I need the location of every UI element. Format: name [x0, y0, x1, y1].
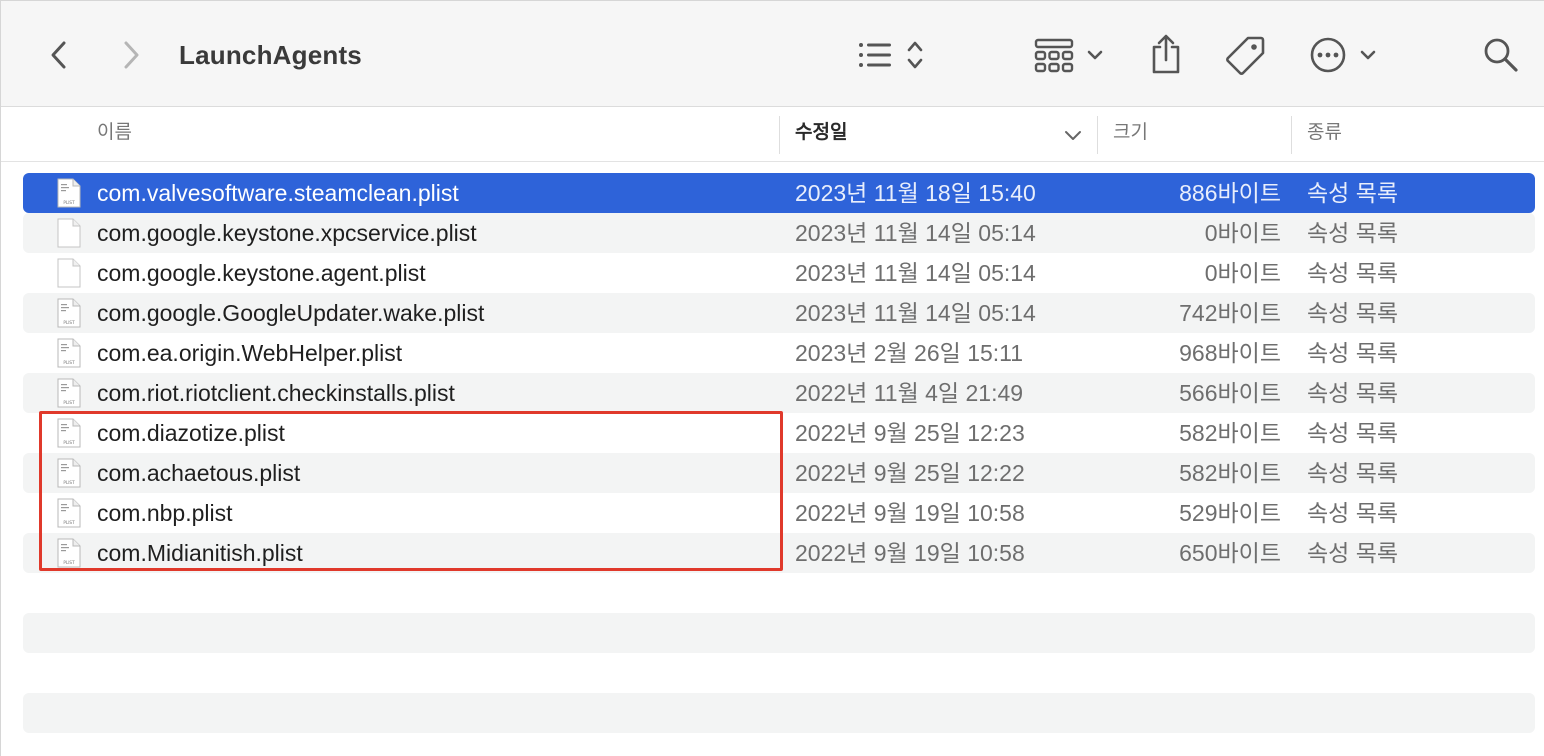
file-kind: 속성 목록 — [1307, 540, 1399, 566]
file-size: 742바이트 — [1179, 300, 1281, 326]
file-date: 2022년 9월 19일 10:58 — [795, 500, 1025, 526]
finder-window: LaunchAgents 이름 수정일 크기 종류 PLIST com.valv… — [0, 0, 1544, 756]
chevron-left-icon[interactable] — [41, 35, 77, 75]
file-name: com.google.keystone.xpcservice.plist — [97, 220, 477, 246]
file-size: 582바이트 — [1179, 420, 1281, 446]
file-date: 2023년 11월 18일 15:40 — [795, 180, 1036, 206]
chevron-right-icon[interactable] — [113, 35, 149, 75]
file-size: 0바이트 — [1204, 260, 1281, 286]
file-name: com.Midianitish.plist — [97, 540, 303, 566]
svg-text:PLIST: PLIST — [63, 400, 75, 405]
file-kind: 속성 목록 — [1307, 300, 1399, 326]
file-date: 2023년 11월 14일 05:14 — [795, 220, 1036, 246]
file-row[interactable]: PLIST com.Midianitish.plist 2022년 9월 19일… — [23, 533, 1535, 573]
file-row[interactable]: PLIST com.ea.origin.WebHelper.plist 2023… — [23, 333, 1535, 373]
plist-file-icon: PLIST — [57, 298, 81, 328]
tag-icon[interactable] — [1223, 33, 1267, 77]
file-date: 2023년 11월 14일 05:14 — [795, 260, 1036, 286]
svg-text:PLIST: PLIST — [63, 520, 75, 525]
file-size: 650바이트 — [1179, 540, 1281, 566]
file-name: com.google.GoogleUpdater.wake.plist — [97, 300, 485, 326]
svg-text:PLIST: PLIST — [63, 480, 75, 485]
column-divider[interactable] — [1097, 116, 1098, 154]
file-kind: 속성 목록 — [1307, 420, 1399, 446]
svg-text:PLIST: PLIST — [63, 320, 75, 325]
file-kind: 속성 목록 — [1307, 460, 1399, 486]
blank-file-icon — [57, 218, 81, 248]
file-size: 886바이트 — [1179, 180, 1281, 206]
plist-file-icon: PLIST — [57, 378, 81, 408]
file-row[interactable]: PLIST com.achaetous.plist 2022년 9월 25일 1… — [23, 453, 1535, 493]
file-size: 968바이트 — [1179, 340, 1281, 366]
file-size: 529바이트 — [1179, 500, 1281, 526]
svg-text:PLIST: PLIST — [63, 560, 75, 565]
file-kind: 속성 목록 — [1307, 180, 1399, 206]
file-name: com.riot.riotclient.checkinstalls.plist — [97, 380, 455, 406]
file-date: 2023년 2월 26일 15:11 — [795, 340, 1024, 366]
file-name: com.achaetous.plist — [97, 460, 301, 486]
plist-file-icon: PLIST — [57, 498, 81, 528]
plist-file-icon: PLIST — [57, 458, 81, 488]
plist-file-icon: PLIST — [57, 418, 81, 448]
plist-file-icon: PLIST — [57, 178, 81, 208]
plist-file-icon: PLIST — [57, 538, 81, 568]
file-row[interactable]: PLIST com.valvesoftware.steamclean.plist… — [23, 173, 1535, 213]
column-divider[interactable] — [779, 116, 780, 154]
blank-file-icon — [57, 258, 81, 288]
file-date: 2022년 9월 25일 12:23 — [795, 420, 1025, 446]
file-date: 2022년 11월 4일 21:49 — [795, 380, 1024, 406]
file-size: 0바이트 — [1204, 220, 1281, 246]
column-name-header[interactable]: 이름 — [97, 108, 132, 161]
svg-text:PLIST: PLIST — [63, 200, 75, 205]
file-date: 2022년 9월 25일 12:22 — [795, 460, 1025, 486]
svg-text:PLIST: PLIST — [63, 440, 75, 445]
sort-chevron-down-icon[interactable] — [1061, 124, 1085, 148]
plist-file-icon: PLIST — [57, 338, 81, 368]
window-title: LaunchAgents — [179, 40, 362, 70]
column-kind-header[interactable]: 종류 — [1307, 108, 1342, 161]
file-row[interactable]: PLIST com.google.GoogleUpdater.wake.plis… — [23, 293, 1535, 333]
column-header: 이름 수정일 크기 종류 — [1, 108, 1544, 162]
ellipsis-circle-icon[interactable] — [1307, 35, 1381, 75]
list-view-icon[interactable] — [853, 35, 933, 75]
file-kind: 속성 목록 — [1307, 380, 1399, 406]
file-kind: 속성 목록 — [1307, 260, 1399, 286]
column-size-header[interactable]: 크기 — [1113, 108, 1148, 161]
file-name: com.nbp.plist — [97, 500, 233, 526]
empty-row — [23, 693, 1535, 733]
column-divider[interactable] — [1291, 116, 1292, 154]
file-name: com.diazotize.plist — [97, 420, 285, 446]
file-row[interactable]: PLIST com.diazotize.plist 2022년 9월 25일 1… — [23, 413, 1535, 453]
file-kind: 속성 목록 — [1307, 340, 1399, 366]
share-icon[interactable] — [1147, 31, 1185, 77]
file-date: 2022년 9월 19일 10:58 — [795, 540, 1025, 566]
svg-text:PLIST: PLIST — [63, 360, 75, 365]
search-icon[interactable] — [1481, 35, 1521, 75]
grid-group-icon[interactable] — [1033, 35, 1109, 75]
empty-row — [23, 613, 1535, 653]
file-name: com.ea.origin.WebHelper.plist — [97, 340, 403, 366]
file-row[interactable]: PLIST com.nbp.plist 2022년 9월 19일 10:58 5… — [23, 493, 1535, 533]
file-row[interactable]: com.google.keystone.agent.plist 2023년 11… — [23, 253, 1535, 293]
file-size: 566바이트 — [1179, 380, 1281, 406]
file-kind: 속성 목록 — [1307, 220, 1399, 246]
file-kind: 속성 목록 — [1307, 500, 1399, 526]
file-name: com.valvesoftware.steamclean.plist — [97, 180, 459, 206]
column-modified-header[interactable]: 수정일 — [795, 108, 847, 161]
file-row[interactable]: com.google.keystone.xpcservice.plist 202… — [23, 213, 1535, 253]
toolbar: LaunchAgents — [1, 1, 1544, 107]
file-size: 582바이트 — [1179, 460, 1281, 486]
file-row[interactable]: PLIST com.riot.riotclient.checkinstalls.… — [23, 373, 1535, 413]
file-name: com.google.keystone.agent.plist — [97, 260, 426, 286]
file-date: 2023년 11월 14일 05:14 — [795, 300, 1036, 326]
